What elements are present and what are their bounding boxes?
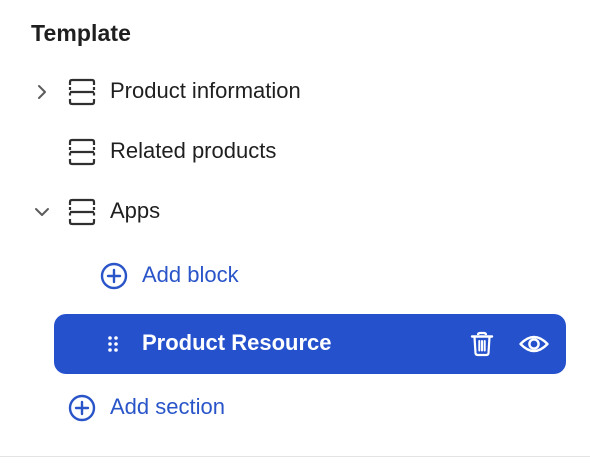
- drag-handle-icon[interactable]: [106, 334, 120, 354]
- add-section-label: Add section: [110, 394, 225, 419]
- section-icon: [68, 78, 96, 106]
- divider: [0, 456, 590, 457]
- block-item-product-resource[interactable]: Product Resource: [54, 314, 566, 374]
- section-item-label: Related products: [110, 138, 277, 163]
- plus-circle-icon: [68, 394, 96, 422]
- section-item-label: Product information: [110, 78, 301, 103]
- section-icon: [68, 138, 96, 166]
- chevron-down-icon[interactable]: [32, 202, 52, 222]
- section-icon: [68, 198, 96, 226]
- chevron-right-icon[interactable]: [32, 82, 52, 102]
- panel-heading: Template: [31, 20, 132, 46]
- template-panel: Template Product information Related pro…: [0, 0, 590, 468]
- eye-icon[interactable]: [518, 330, 550, 358]
- section-item-label: Apps: [110, 198, 161, 223]
- plus-circle-icon: [100, 262, 128, 290]
- trash-icon[interactable]: [468, 330, 496, 358]
- add-block-label: Add block: [142, 262, 239, 287]
- block-item-label: Product Resource: [142, 330, 332, 355]
